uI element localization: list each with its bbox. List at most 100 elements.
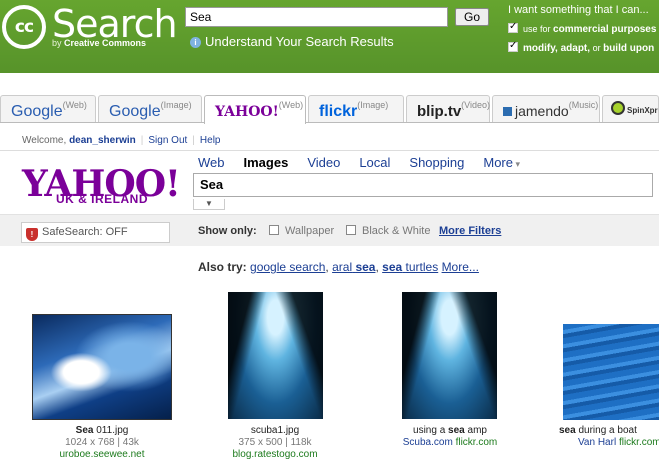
nav-shopping[interactable]: Shopping — [409, 155, 464, 170]
nav-local[interactable]: Local — [359, 155, 390, 170]
tab-sup: (Image) — [357, 100, 389, 110]
info-icon: i — [190, 37, 201, 48]
tab-sup: (Image) — [160, 100, 192, 110]
result-title-bold: sea — [448, 425, 465, 436]
tab-sup: (Web) — [62, 100, 87, 110]
understand-results-link[interactable]: i Understand Your Search Results — [190, 34, 394, 49]
result-title-rest: scuba1.jpg — [250, 425, 300, 436]
result-image-ocean-wave[interactable] — [32, 314, 172, 420]
tab-bliptv-video[interactable]: blip.tv(Video) — [406, 95, 490, 122]
result-title-rest: amp — [467, 425, 487, 436]
build-upon-bold: build upon — [603, 43, 655, 54]
result-title[interactable]: scuba1.jpg — [205, 425, 345, 436]
safesearch-button[interactable]: ! SafeSearch: OFF — [21, 222, 170, 243]
nav-video[interactable]: Video — [307, 155, 340, 170]
spinxpress-icon — [611, 101, 625, 115]
yahoo-search-input[interactable]: Sea — [193, 173, 653, 197]
result-source[interactable]: Scuba.com flickr.com — [380, 437, 520, 448]
result-dimensions: 375 x 500 | 118k — [238, 437, 312, 448]
result-source[interactable]: Van Harl flickr.com — [578, 437, 659, 448]
result-title[interactable]: sea during a boat — [559, 425, 659, 436]
result-source-site[interactable]: flickr.com — [456, 437, 498, 448]
suggestion-google-search[interactable]: google search — [250, 260, 325, 274]
tab-google-image[interactable]: Google(Image) — [98, 95, 202, 122]
also-try: Also try: google search, aral sea, sea t… — [198, 260, 479, 274]
modify-bold: modify, adapt, — [523, 43, 591, 54]
yahoo-logo-region: UK & IRELAND — [56, 192, 148, 206]
modify-mid: or — [592, 43, 601, 53]
safesearch-label: SafeSearch: OFF — [42, 226, 128, 238]
yahoo-vertical-nav: Web Images Video Local Shopping More — [198, 155, 539, 170]
result-title-rest: during a boat — [578, 425, 637, 436]
spinxpress-logo: SpinXpress — [627, 106, 658, 115]
yahoo-logo: YAHOO! — [215, 104, 279, 120]
result-title[interactable]: Sea 011.jpg — [32, 425, 172, 436]
google-logo: Google — [109, 103, 161, 120]
filter-wallpaper-label: Wallpaper — [285, 225, 335, 237]
bliptv-logo: blip.tv — [417, 103, 462, 120]
checkbox-unchecked-icon[interactable] — [269, 225, 279, 235]
result-source[interactable]: blog.ratestogo.com — [205, 449, 345, 460]
nav-more[interactable]: More — [483, 155, 520, 170]
flickr-logo: flickr — [319, 103, 358, 120]
tab-jamendo-music[interactable]: jamendo(Music) — [492, 95, 600, 122]
result-image-underwater-cave[interactable] — [228, 292, 323, 419]
license-prompt: I want something that I can... — [508, 4, 649, 16]
checkbox-checked-icon[interactable] — [508, 40, 518, 52]
cc-search-input[interactable]: Sea — [185, 7, 448, 27]
tab-spinxpress[interactable]: SpinXpress — [602, 95, 659, 122]
result-dimensions: 1024 x 768 | 43k — [65, 437, 139, 448]
suggestion-sea-turtles[interactable]: sea turtles — [382, 260, 438, 274]
result-title-pre: using a — [413, 425, 446, 436]
result-source[interactable]: uroboe.seewee.net — [32, 449, 172, 460]
result-image-underwater-cave[interactable] — [402, 292, 497, 419]
result-title[interactable]: using a sea amp — [380, 425, 520, 436]
welcome-label: Welcome, — [22, 135, 67, 146]
tab-sup: (Web) — [278, 100, 304, 110]
engine-tabs: Google(Web) Google(Image) YAHOO!(Web) fl… — [0, 95, 659, 124]
checkbox-unchecked-icon[interactable] — [346, 225, 356, 235]
username[interactable]: dean_sherwin — [69, 135, 136, 146]
result-title-bold: Sea — [75, 425, 94, 436]
suggestion-bold: sea — [355, 260, 376, 274]
tab-yahoo-web[interactable]: YAHOO!(Web) — [204, 95, 306, 124]
show-only-label: Show only: — [198, 225, 257, 237]
filter-bar: ! SafeSearch: OFF Show only: Wallpaper Bl… — [0, 214, 659, 246]
suggestion-more-link[interactable]: More... — [442, 260, 479, 274]
cc-subtitle: by Creative Commons — [52, 38, 146, 48]
filter-black-white[interactable]: Black & White — [346, 225, 430, 237]
divider — [0, 150, 659, 151]
cc-header: cc Search by Creative Commons Sea Go i Un… — [0, 0, 659, 73]
result-source-user[interactable]: Van Harl — [578, 437, 616, 448]
result-source-site[interactable]: flickr.com — [619, 437, 659, 448]
shield-icon: ! — [26, 228, 38, 241]
nav-web[interactable]: Web — [198, 155, 225, 170]
tab-flickr-image[interactable]: flickr(Image) — [308, 95, 404, 122]
jamendo-icon — [503, 107, 512, 116]
sign-out-link[interactable]: Sign Out — [148, 135, 187, 146]
commercial-checkbox[interactable]: use for commercial purposes — [508, 21, 657, 35]
checkbox-checked-icon[interactable] — [508, 21, 518, 33]
filter-bw-label: Black & White — [362, 225, 431, 237]
tab-google-web[interactable]: Google(Web) — [0, 95, 96, 122]
jamendo-logo: jamendo — [515, 103, 569, 119]
google-logo: Google — [11, 103, 63, 120]
result-title-bold: sea — [559, 425, 576, 436]
suggestion-text: aral — [332, 260, 353, 274]
search-options-chevron-down-icon[interactable]: ▼ — [193, 199, 225, 210]
cc-logo[interactable]: cc — [2, 5, 46, 49]
modify-checkbox[interactable]: modify, adapt, or build upon — [508, 40, 655, 54]
filter-wallpaper[interactable]: Wallpaper — [269, 225, 334, 237]
also-try-label: Also try: — [198, 260, 247, 274]
more-filters-link[interactable]: More Filters — [439, 225, 501, 237]
result-image-sea-surface[interactable] — [563, 324, 659, 420]
commercial-bold: commercial purposes — [553, 24, 657, 35]
tab-sup: (Music) — [568, 100, 599, 110]
result-title-rest: 011.jpg — [96, 425, 129, 436]
tab-sup: (Video) — [461, 100, 491, 110]
suggestion-aral-sea[interactable]: aral sea — [332, 260, 375, 274]
nav-images[interactable]: Images — [244, 155, 289, 170]
result-source-user[interactable]: Scuba.com — [403, 437, 453, 448]
cc-go-button[interactable]: Go — [455, 8, 489, 26]
help-link[interactable]: Help — [200, 135, 221, 146]
